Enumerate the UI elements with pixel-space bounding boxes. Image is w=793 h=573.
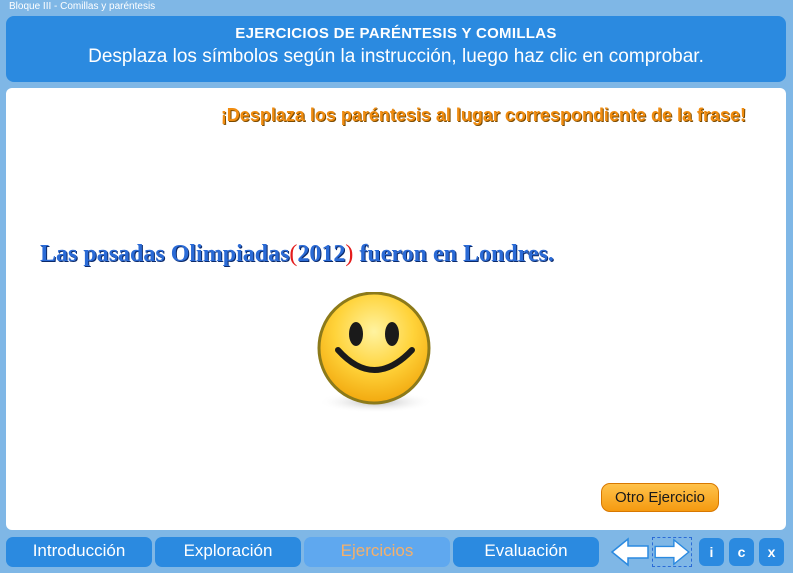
otro-ejercicio-button[interactable]: Otro Ejercicio <box>601 483 719 512</box>
sentence-part-after: fueron en Londres. <box>353 241 554 267</box>
tab-introduccion[interactable]: Introducción <box>6 537 152 567</box>
sentence-part-before: Las pasadas Olimpiadas <box>40 241 290 267</box>
tab-ejercicios[interactable]: Ejercicios <box>304 537 450 567</box>
tab-exploracion[interactable]: Exploración <box>155 537 301 567</box>
page-title: EJERCICIOS DE PARÉNTESIS Y COMILLAS <box>235 25 557 42</box>
page-subtitle: Desplaza los símbolos según la instrucci… <box>88 46 704 67</box>
instruction-text: ¡Desplaza los paréntesis al lugar corres… <box>220 105 746 125</box>
exercise-sentence: Las pasadas Olimpiadas(2012) fueron en L… <box>40 241 554 268</box>
info-button[interactable]: i <box>699 538 724 566</box>
header-panel: EJERCICIOS DE PARÉNTESIS Y COMILLAS Desp… <box>6 16 786 82</box>
window-title: Bloque III - Comillas y paréntesis <box>0 0 793 14</box>
sentence-part-middle: 2012 <box>297 241 346 267</box>
credits-button[interactable]: c <box>729 538 754 566</box>
smiley-face-icon <box>317 292 434 413</box>
close-button[interactable]: x <box>759 538 784 566</box>
tab-evaluacion[interactable]: Evaluación <box>453 537 599 567</box>
previous-arrow-icon[interactable] <box>610 537 650 567</box>
exercise-panel: ¡Desplaza los paréntesis al lugar corres… <box>6 88 786 530</box>
next-arrow-icon[interactable] <box>652 537 692 567</box>
